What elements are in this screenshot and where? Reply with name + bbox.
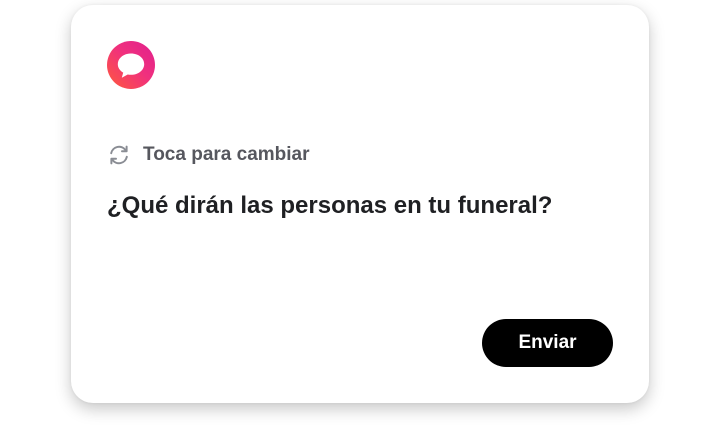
prompt-card: Toca para cambiar ¿Qué dirán las persona… [71, 5, 649, 403]
refresh-icon [107, 143, 131, 167]
change-prompt-button[interactable]: Toca para cambiar [107, 143, 310, 167]
change-prompt-label: Toca para cambiar [143, 144, 310, 165]
prompt-question: ¿Qué dirán las personas en tu funeral? [107, 192, 553, 219]
send-button[interactable]: Enviar [482, 319, 613, 367]
speech-bubble-icon [117, 53, 145, 78]
app-logo [107, 41, 155, 89]
